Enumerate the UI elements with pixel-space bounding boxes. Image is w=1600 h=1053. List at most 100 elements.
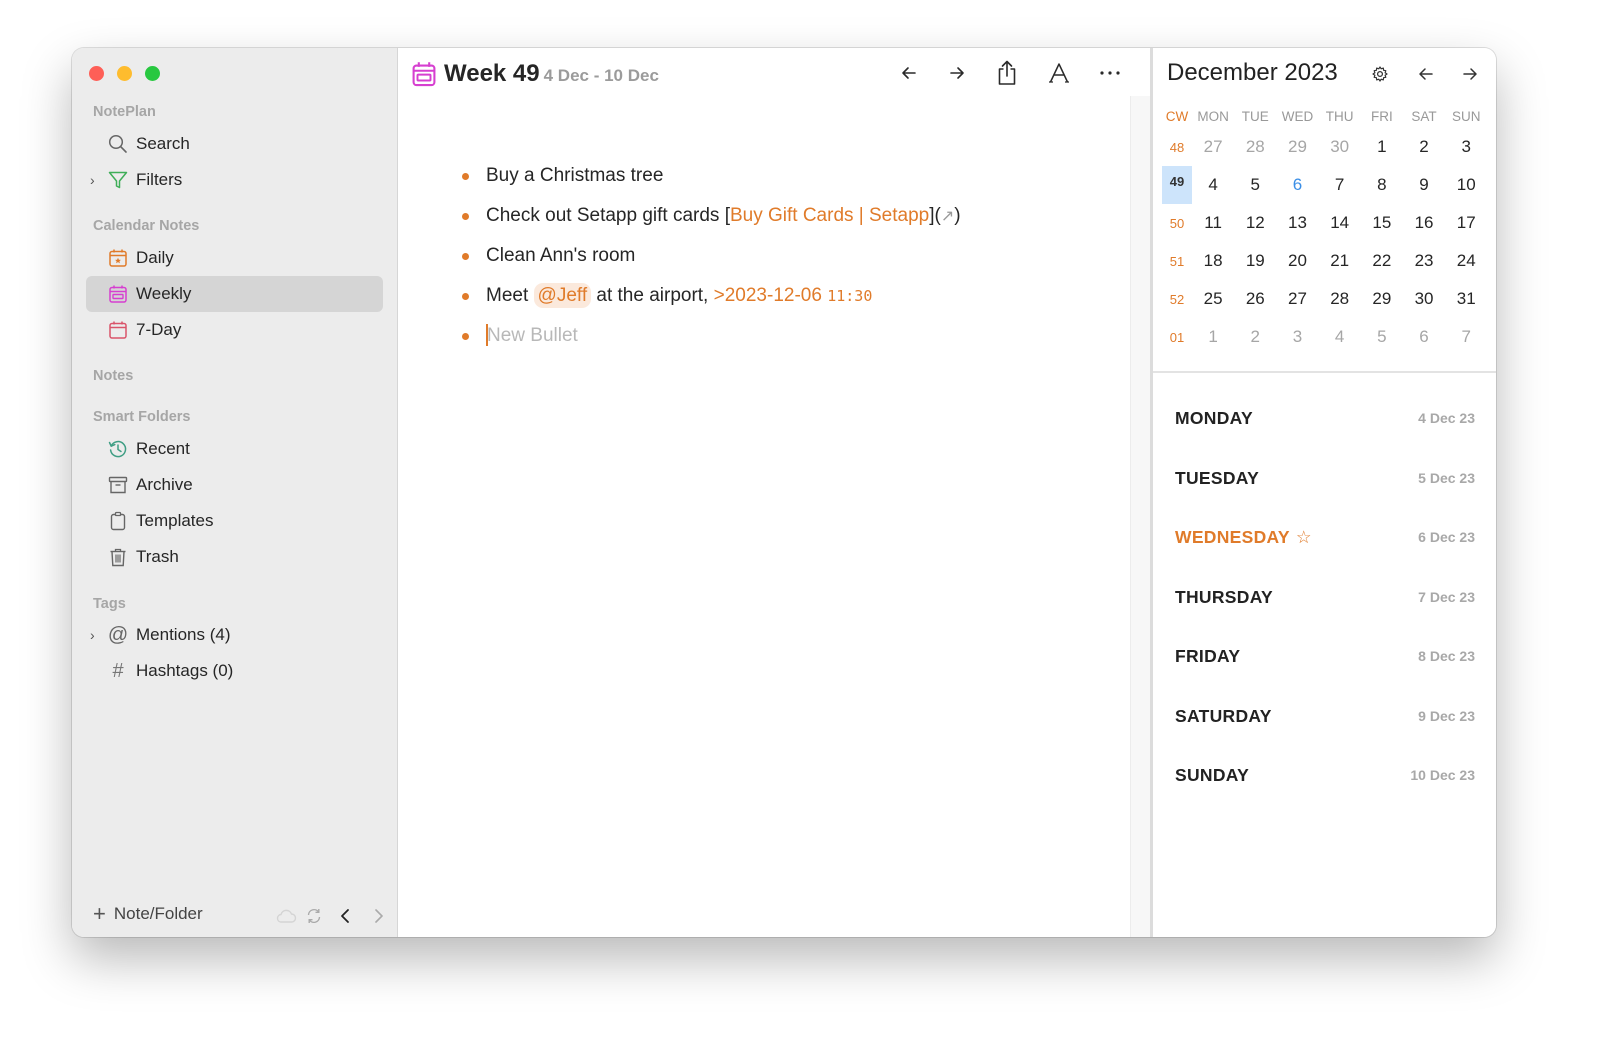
calendar-day[interactable]: 2	[1234, 327, 1276, 347]
sidebar-item-7-day[interactable]: 7-Day	[86, 312, 383, 348]
section-noteplan: NotePlan	[93, 104, 156, 120]
window-controls	[89, 66, 160, 81]
sidebar-item-trash[interactable]: Trash	[86, 539, 383, 575]
calendar-settings-button[interactable]	[1369, 63, 1391, 85]
mention-tag[interactable]: @Jeff	[533, 283, 592, 308]
calendar-day[interactable]: 10	[1445, 175, 1487, 195]
weekday-header: SAT	[1411, 108, 1437, 124]
previous-week-button[interactable]	[895, 60, 923, 86]
sync-icon[interactable]	[304, 905, 324, 927]
calendar-week-number[interactable]: 50	[1162, 216, 1192, 231]
font-button[interactable]	[1045, 60, 1073, 86]
sidebar-item-weekly[interactable]: Weekly	[86, 276, 383, 312]
calendar-day[interactable]: 19	[1234, 251, 1276, 271]
minimize-window-button[interactable]	[117, 66, 132, 81]
calendar-day[interactable]: 16	[1403, 213, 1445, 233]
week-day-row[interactable]: SUNDAY 10 Dec 23	[1153, 745, 1496, 805]
calendar-day[interactable]: 14	[1319, 213, 1361, 233]
calendar-day[interactable]: 28	[1319, 289, 1361, 309]
sidebar-item-filters[interactable]: › Filters	[86, 162, 383, 198]
calendar-day[interactable]: 20	[1276, 251, 1318, 271]
calendar-day[interactable]: 26	[1234, 289, 1276, 309]
calendar-day[interactable]: 30	[1403, 289, 1445, 309]
calendar-day[interactable]: 7	[1319, 175, 1361, 195]
calendar-day[interactable]: 27	[1276, 289, 1318, 309]
sidebar-item-mentions[interactable]: › @ Mentions (4)	[86, 617, 383, 653]
calendar-day[interactable]: 31	[1445, 289, 1487, 309]
week-day-row[interactable]: MONDAY 4 Dec 23	[1153, 388, 1496, 448]
calendar-week-number[interactable]: 51	[1162, 254, 1192, 269]
week-day-name-text: THURSDAY	[1175, 586, 1274, 607]
calendar-day[interactable]: 7	[1445, 327, 1487, 347]
back-button[interactable]	[336, 905, 354, 927]
next-month-button[interactable]	[1459, 63, 1481, 85]
calendar-day[interactable]: 4	[1192, 175, 1234, 195]
calendar-day[interactable]: 13	[1276, 213, 1318, 233]
sidebar-item-hashtags[interactable]: # Hashtags (0)	[86, 653, 383, 689]
week-day-row[interactable]: SATURDAY 9 Dec 23	[1153, 686, 1496, 746]
sidebar-item-daily[interactable]: Daily	[86, 240, 383, 276]
calendar-day[interactable]: 1	[1361, 137, 1403, 157]
week-day-name: SATURDAY	[1175, 706, 1272, 727]
external-link-icon[interactable]: ↗	[941, 208, 954, 225]
calendar-week-number[interactable]: 01	[1162, 330, 1192, 345]
calendar-week-number[interactable]: 49	[1162, 166, 1192, 204]
forward-button[interactable]	[370, 905, 388, 927]
calendar-day[interactable]: 3	[1276, 327, 1318, 347]
chevron-right-icon[interactable]: ›	[90, 172, 100, 188]
scheduled-date-link[interactable]: >2023-12-06	[714, 285, 822, 306]
sidebar-item-archive[interactable]: Archive	[86, 467, 383, 503]
calendar-day[interactable]: 22	[1361, 251, 1403, 271]
hash-icon: #	[112, 659, 124, 682]
calendar-week-number[interactable]: 52	[1162, 292, 1192, 307]
calendar-day[interactable]: 30	[1319, 137, 1361, 157]
section-tags: Tags	[93, 596, 126, 612]
sidebar-footer: + Note/Folder	[72, 897, 397, 937]
next-week-button[interactable]	[943, 60, 971, 86]
week-day-row[interactable]: TUESDAY 5 Dec 23	[1153, 448, 1496, 508]
calendar-day[interactable]: 11	[1192, 213, 1234, 233]
calendar-day[interactable]: 18	[1192, 251, 1234, 271]
calendar-day[interactable]: 27	[1192, 137, 1234, 157]
calendar-day[interactable]: 15	[1361, 213, 1403, 233]
calendar-day[interactable]: 3	[1445, 137, 1487, 157]
calendar-day[interactable]: 17	[1445, 213, 1487, 233]
calendar-day[interactable]: 1	[1192, 327, 1234, 347]
week-day-row[interactable]: THURSDAY 7 Dec 23	[1153, 567, 1496, 627]
calendar-day[interactable]: 2	[1403, 137, 1445, 157]
sidebar-item-templates[interactable]: Templates	[86, 503, 383, 539]
calendar-day[interactable]: 8	[1361, 175, 1403, 195]
calendar-week-number[interactable]: 48	[1162, 140, 1192, 155]
calendar-day[interactable]: 5	[1361, 327, 1403, 347]
calendar-day[interactable]: 12	[1234, 213, 1276, 233]
new-bullet-input[interactable]: New Bullet	[486, 323, 578, 347]
calendar-day[interactable]: 4	[1319, 327, 1361, 347]
week-day-row[interactable]: FRIDAY 8 Dec 23	[1153, 626, 1496, 686]
close-window-button[interactable]	[89, 66, 104, 81]
calendar-day-icon	[107, 247, 129, 269]
calendar-day[interactable]: 24	[1445, 251, 1487, 271]
sidebar-item-search[interactable]: Search	[86, 126, 383, 162]
calendar-day[interactable]: 29	[1276, 137, 1318, 157]
add-note-folder-button[interactable]: + Note/Folder	[93, 903, 203, 925]
link-text[interactable]: Buy Gift Cards | Setapp	[730, 205, 929, 226]
calendar-day[interactable]: 23	[1403, 251, 1445, 271]
zoom-window-button[interactable]	[145, 66, 160, 81]
week-day-row[interactable]: WEDNESDAY ☆ 6 Dec 23	[1153, 507, 1496, 567]
sidebar-item-recent[interactable]: Recent	[86, 431, 383, 467]
more-options-button[interactable]	[1096, 60, 1124, 86]
calendar-day[interactable]: 28	[1234, 137, 1276, 157]
calendar-day[interactable]: 21	[1319, 251, 1361, 271]
share-button[interactable]	[993, 60, 1021, 86]
calendar-day[interactable]: 29	[1361, 289, 1403, 309]
calendar-day[interactable]: 5	[1234, 175, 1276, 195]
calendar-day[interactable]: 9	[1403, 175, 1445, 195]
editor-scrollbar[interactable]	[1130, 96, 1150, 937]
calendar-day[interactable]: 6	[1403, 327, 1445, 347]
previous-month-button[interactable]	[1415, 63, 1437, 85]
section-notes[interactable]: Notes	[93, 368, 133, 384]
star-icon: ☆	[1295, 527, 1312, 547]
calendar-day[interactable]: 25	[1192, 289, 1234, 309]
calendar-day-today[interactable]: 6	[1276, 175, 1318, 195]
chevron-right-icon[interactable]: ›	[90, 627, 100, 643]
